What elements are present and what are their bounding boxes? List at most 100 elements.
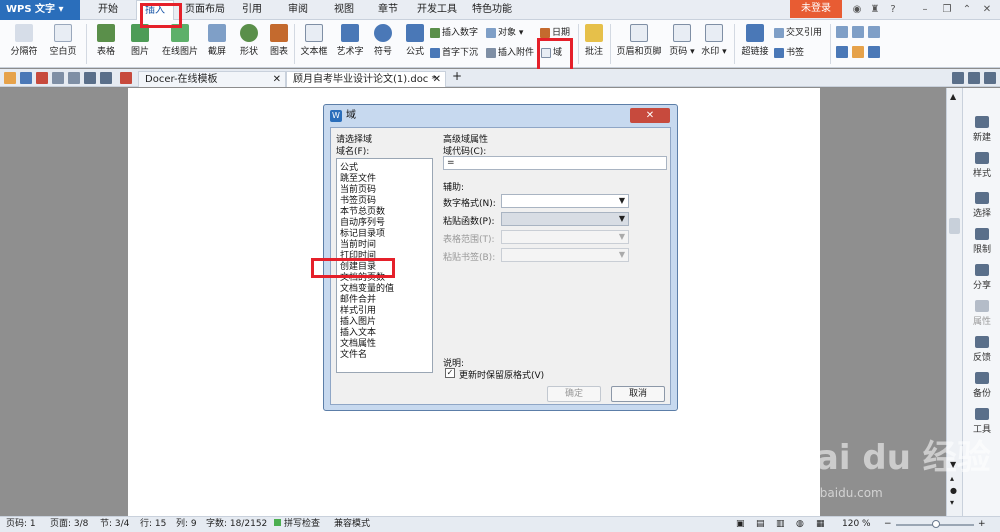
- cross-ref-icon: [774, 27, 784, 38]
- wordart-button[interactable]: 艺术字: [336, 24, 364, 57]
- tab-close-icon[interactable]: ✕: [273, 72, 281, 88]
- side-properties[interactable]: 属性: [963, 300, 1000, 327]
- shirt-icon[interactable]: ♜: [868, 3, 882, 17]
- side-restrict[interactable]: 限制: [963, 228, 1000, 255]
- scroll-thumb[interactable]: [949, 218, 960, 234]
- dialog-title: 域: [346, 110, 356, 121]
- keep-format-checkbox[interactable]: ✓: [445, 368, 455, 378]
- tab-current-document[interactable]: 顾月自考毕业设计论文(1).doc * ✕: [286, 71, 446, 87]
- page-number-button[interactable]: 页码 ▾: [668, 24, 696, 57]
- online-picture-button[interactable]: 在线图片: [160, 24, 200, 57]
- close-window-icon[interactable]: ✕: [980, 3, 994, 17]
- format-painter-icon[interactable]: [120, 72, 132, 84]
- list-item[interactable]: 文件名: [340, 347, 367, 360]
- zoom-out-icon[interactable]: −: [884, 517, 892, 532]
- ok-button[interactable]: 确定: [547, 386, 601, 402]
- tab-close-icon[interactable]: ✕: [433, 72, 441, 88]
- side-select[interactable]: 选择: [963, 192, 1000, 219]
- view-page-icon[interactable]: ▤: [756, 517, 765, 532]
- view-full-icon[interactable]: ▣: [736, 517, 745, 532]
- chart-button[interactable]: 图表: [268, 24, 290, 57]
- shapes-button[interactable]: 形状: [236, 24, 262, 57]
- insert-number-button[interactable]: 插入数字: [430, 25, 478, 38]
- textbox-button[interactable]: 文本框: [298, 24, 330, 57]
- paste-function-select[interactable]: ▼: [501, 212, 629, 226]
- view-icon-1[interactable]: [836, 26, 848, 38]
- select-browse-icon[interactable]: ●: [950, 486, 957, 495]
- cancel-button[interactable]: 取消: [611, 386, 665, 402]
- tab-features[interactable]: 特色功能: [466, 0, 518, 20]
- formula-button[interactable]: 公式: [404, 24, 426, 57]
- comment-button[interactable]: 批注: [582, 24, 606, 57]
- view-icon-2[interactable]: [852, 26, 864, 38]
- tab-review[interactable]: 审阅: [280, 0, 316, 20]
- clip-icon[interactable]: [836, 46, 848, 58]
- skin-icon[interactable]: ◉: [850, 3, 864, 17]
- side-backup[interactable]: 备份: [963, 372, 1000, 399]
- scroll-up-icon[interactable]: ▲: [950, 92, 956, 101]
- ribbon-collapse-icon[interactable]: ⌃: [960, 3, 974, 17]
- hyperlink-button[interactable]: 超链接: [740, 24, 770, 57]
- ribbon-divider: [734, 24, 735, 64]
- field-code-input[interactable]: =: [443, 156, 667, 170]
- print-icon[interactable]: [52, 72, 64, 84]
- dialog-close-button[interactable]: ✕: [630, 108, 670, 123]
- undo-icon[interactable]: [84, 72, 96, 84]
- tab-view[interactable]: 视图: [326, 0, 362, 20]
- symbol-button[interactable]: 符号: [372, 24, 394, 57]
- zoom-level[interactable]: 120 %: [842, 517, 871, 532]
- pdf-icon[interactable]: [36, 72, 48, 84]
- save-icon[interactable]: [20, 72, 32, 84]
- help-icon[interactable]: ?: [886, 3, 900, 17]
- minimize-icon[interactable]: –: [918, 3, 932, 17]
- tab-home[interactable]: 开始: [88, 0, 128, 20]
- zoom-in-icon[interactable]: +: [978, 517, 986, 532]
- eraser-icon[interactable]: [852, 46, 864, 58]
- lock-icon[interactable]: [868, 46, 880, 58]
- tab-docer-templates[interactable]: Docer-在线模板 ✕: [138, 71, 286, 87]
- side-feedback[interactable]: 反馈: [963, 336, 1000, 363]
- preview-icon[interactable]: [68, 72, 80, 84]
- spellcheck-toggle[interactable]: 拼写检查: [274, 517, 320, 532]
- view-icon-3[interactable]: [868, 26, 880, 38]
- side-share[interactable]: 分享: [963, 264, 1000, 291]
- cross-ref-button[interactable]: 交叉引用: [774, 25, 822, 38]
- screenshot-button[interactable]: 截屏: [204, 24, 230, 57]
- side-new[interactable]: 新建: [963, 116, 1000, 143]
- app-menu-button[interactable]: WPS 文字 ▾: [0, 0, 80, 20]
- baidu-watermark: Bai du 经验: [790, 438, 991, 478]
- tab-page-layout[interactable]: 页面布局: [180, 0, 230, 20]
- table-button[interactable]: 表格: [92, 24, 120, 57]
- restore-icon[interactable]: ❐: [940, 3, 954, 17]
- bookmark-button[interactable]: 书签: [774, 45, 804, 58]
- tab-references[interactable]: 引用: [234, 0, 270, 20]
- view-read-icon[interactable]: ▦: [816, 517, 825, 532]
- number-format-select[interactable]: ▼: [501, 194, 629, 208]
- next-page-icon[interactable]: ▾: [950, 498, 954, 507]
- watermark-button[interactable]: 水印 ▾: [700, 24, 728, 57]
- panel-icon-1[interactable]: [952, 72, 964, 84]
- new-tab-button[interactable]: +: [452, 69, 462, 83]
- blank-page-button[interactable]: 空白页: [46, 24, 80, 57]
- picture-button[interactable]: 图片: [126, 24, 154, 57]
- panel-icon-2[interactable]: [968, 72, 980, 84]
- zoom-slider-thumb[interactable]: [932, 520, 940, 528]
- object-button[interactable]: 对象 ▾: [486, 25, 523, 38]
- header-footer-button[interactable]: 页眉和页脚: [614, 24, 664, 57]
- view-outline-icon[interactable]: ▥: [776, 517, 785, 532]
- tab-developer[interactable]: 开发工具: [412, 0, 462, 20]
- tab-chapter[interactable]: 章节: [370, 0, 406, 20]
- date-button[interactable]: 日期: [540, 25, 570, 38]
- page-break-button[interactable]: 分隔符: [6, 24, 42, 57]
- table-range-select[interactable]: ▼: [501, 230, 629, 244]
- number-format-label: 数字格式(N):: [443, 199, 496, 209]
- view-web-icon[interactable]: ◍: [796, 517, 804, 532]
- side-styles[interactable]: 样式: [963, 152, 1000, 179]
- attachment-button[interactable]: 插入附件: [486, 45, 534, 58]
- dropcap-button[interactable]: 首字下沉: [430, 45, 478, 58]
- login-button[interactable]: 未登录: [790, 0, 842, 18]
- open-icon[interactable]: [4, 72, 16, 84]
- paste-bookmark-select[interactable]: ▼: [501, 248, 629, 262]
- panel-icon-3[interactable]: [984, 72, 996, 84]
- redo-icon[interactable]: [100, 72, 112, 84]
